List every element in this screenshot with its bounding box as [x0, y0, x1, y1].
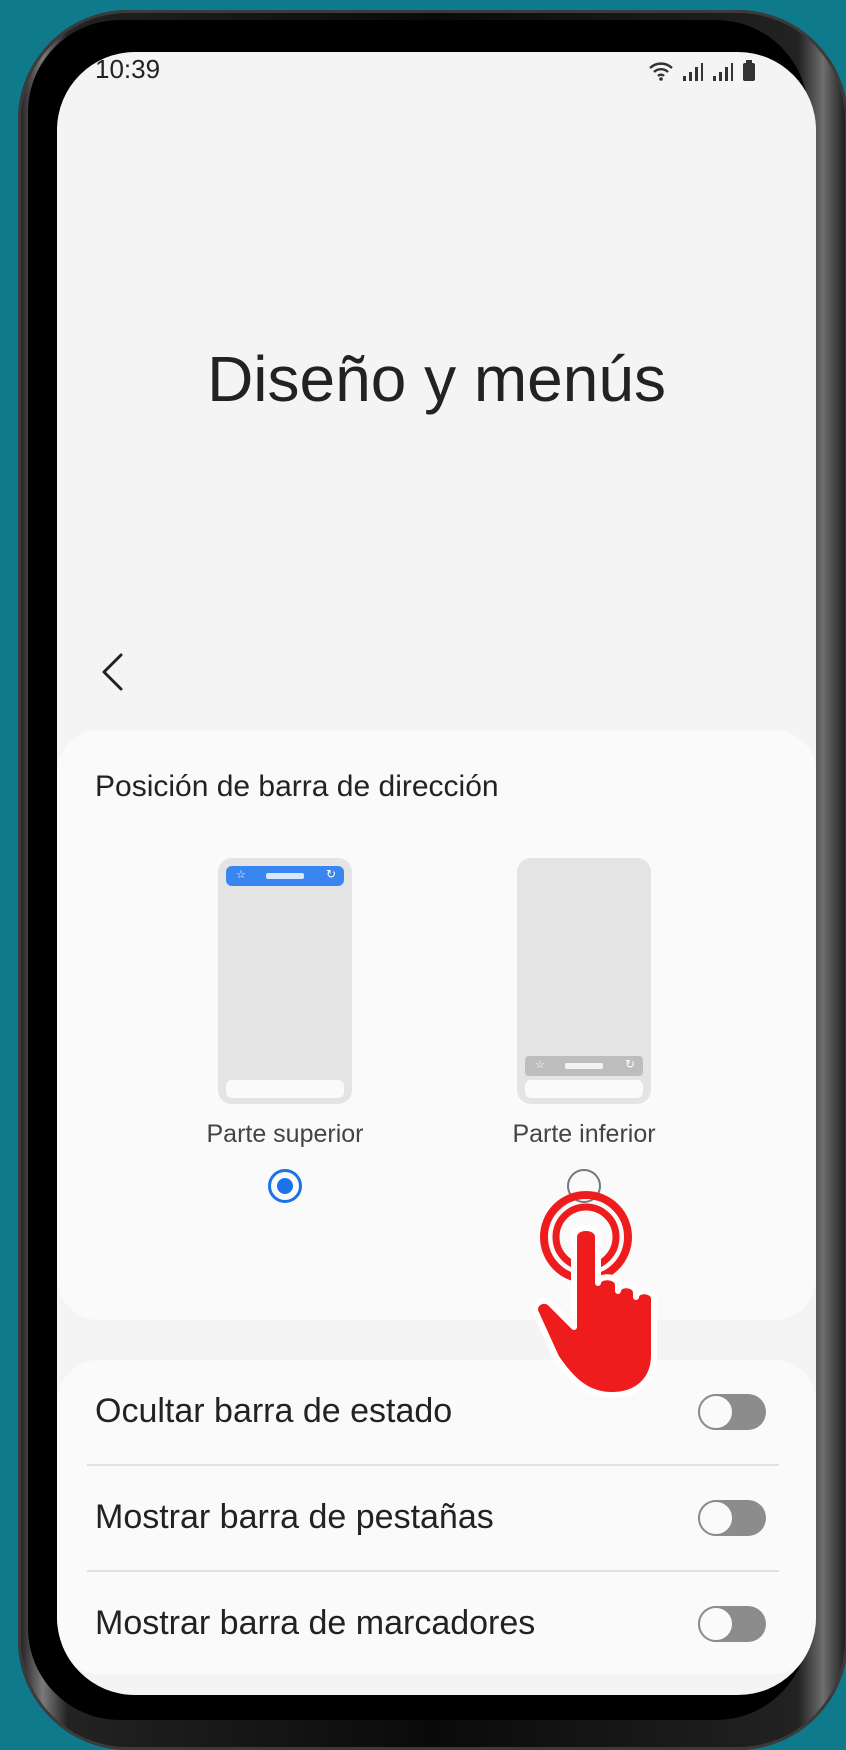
status-bar: 10:39: [57, 52, 816, 102]
preview-top-illustration: ☆ ↻: [218, 858, 352, 1104]
address-bar-position-card: Posición de barra de dirección ☆ ↻ Parte …: [57, 730, 816, 1320]
option-top-label: Parte superior: [206, 1120, 364, 1148]
option-top[interactable]: ☆ ↻ Parte superior: [185, 858, 385, 1203]
battery-icon: [743, 60, 755, 81]
back-button[interactable]: [87, 642, 137, 702]
phone-screen: 10:39 Diseño y menús Posición de barra d…: [57, 52, 816, 1695]
wifi-icon: [649, 62, 673, 81]
preview-nav-bar: [226, 1080, 344, 1098]
toggle-switch[interactable]: [698, 1606, 766, 1642]
preview-bottom-illustration: ☆ ↻: [517, 858, 651, 1104]
option-bottom-label: Parte inferior: [512, 1120, 656, 1148]
status-icons: [648, 60, 756, 82]
toggle-row-hide-status-bar[interactable]: Ocultar barra de estado: [57, 1360, 816, 1464]
toggle-label: Mostrar barra de pestañas: [95, 1498, 494, 1536]
page-title: Diseño y menús: [207, 343, 666, 415]
preview-nav-bar: [525, 1080, 643, 1098]
toggle-switch[interactable]: [698, 1500, 766, 1536]
toggle-switch[interactable]: [698, 1394, 766, 1430]
radio-top[interactable]: [268, 1169, 302, 1203]
toggle-row-show-tab-bar[interactable]: Mostrar barra de pestañas: [57, 1466, 816, 1570]
preview-address-bar: ☆ ↻: [226, 866, 344, 886]
radio-bottom[interactable]: [567, 1169, 601, 1203]
toggle-label: Mostrar barra de marcadores: [95, 1604, 536, 1642]
signal-icon: [713, 63, 733, 81]
option-bottom[interactable]: ☆ ↻ Parte inferior: [484, 858, 684, 1203]
toggle-row-show-bookmarks-bar[interactable]: Mostrar barra de marcadores: [57, 1572, 816, 1676]
section-title: Posición de barra de dirección: [95, 770, 499, 803]
signal-icon: [683, 63, 703, 81]
chevron-left-icon: [102, 653, 123, 691]
toggle-label: Ocultar barra de estado: [95, 1392, 453, 1430]
preview-address-bar: ☆ ↻: [525, 1056, 643, 1076]
toggles-card: Ocultar barra de estado Mostrar barra de…: [57, 1360, 816, 1674]
status-time: 10:39: [95, 54, 161, 84]
